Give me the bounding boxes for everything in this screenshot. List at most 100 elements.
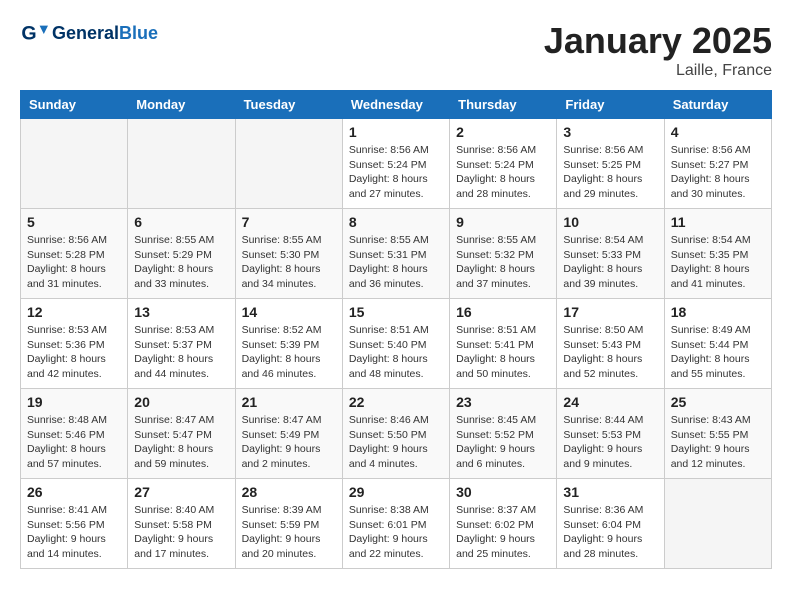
calendar-cell: 18Sunrise: 8:49 AM Sunset: 5:44 PM Dayli… [664,299,771,389]
day-info: Sunrise: 8:47 AM Sunset: 5:49 PM Dayligh… [242,413,336,472]
day-number: 12 [27,304,121,320]
calendar-week-3: 12 Sunrise: 8:53 AM Sunset: 5:36 PM Dayli… [21,299,772,389]
day-info: Sunrise: 8:37 AM Sunset: 6:02 PM Dayligh… [456,503,550,562]
day-info: Sunrise: 8:52 AM Sunset: 5:39 PM Dayligh… [242,323,336,382]
day-number: 16 [456,304,550,320]
day-info: Sunrise: 8:50 AM Sunset: 5:43 PM Dayligh… [563,323,657,382]
calendar-week-5: 26 Sunrise: 8:41 AM Sunset: 5:56 PM Dayli… [21,479,772,569]
calendar-cell: 31Sunrise: 8:36 AM Sunset: 6:04 PM Dayli… [557,479,664,569]
calendar-cell: 21 Sunrise: 8:47 AM Sunset: 5:49 PM Dayli… [235,389,342,479]
day-number: 6 [134,214,228,230]
title-area: January 2025 Laille, France [544,20,772,80]
calendar-cell: 9Sunrise: 8:55 AM Sunset: 5:32 PM Daylig… [450,209,557,299]
day-number: 15 [349,304,443,320]
day-info: Sunrise: 8:51 AM Sunset: 5:40 PM Dayligh… [349,323,443,382]
day-info: Sunrise: 8:55 AM Sunset: 5:29 PM Dayligh… [134,233,228,292]
day-number: 9 [456,214,550,230]
calendar-cell [664,479,771,569]
day-number: 3 [563,124,657,140]
calendar-cell: 12 Sunrise: 8:53 AM Sunset: 5:36 PM Dayli… [21,299,128,389]
day-info: Sunrise: 8:55 AM Sunset: 5:30 PM Dayligh… [242,233,336,292]
calendar-cell [235,119,342,209]
day-number: 30 [456,484,550,500]
svg-text:G: G [21,23,36,45]
day-info: Sunrise: 8:43 AM Sunset: 5:55 PM Dayligh… [671,413,765,472]
day-number: 4 [671,124,765,140]
weekday-header-tuesday: Tuesday [235,91,342,119]
day-number: 23 [456,394,550,410]
day-number: 29 [349,484,443,500]
day-info: Sunrise: 8:56 AM Sunset: 5:25 PM Dayligh… [563,143,657,202]
logo-blue: Blue [119,23,158,43]
day-number: 1 [349,124,443,140]
calendar-week-2: 5 Sunrise: 8:56 AM Sunset: 5:28 PM Daylig… [21,209,772,299]
calendar-cell: 8 Sunrise: 8:55 AM Sunset: 5:31 PM Daylig… [342,209,449,299]
day-number: 14 [242,304,336,320]
location-title: Laille, France [544,62,772,80]
day-number: 20 [134,394,228,410]
day-info: Sunrise: 8:47 AM Sunset: 5:47 PM Dayligh… [134,413,228,472]
logo: G GeneralBlue [20,20,158,48]
day-number: 13 [134,304,228,320]
calendar-cell: 17 Sunrise: 8:50 AM Sunset: 5:43 PM Dayli… [557,299,664,389]
calendar-cell: 23 Sunrise: 8:45 AM Sunset: 5:52 PM Dayli… [450,389,557,479]
calendar-cell: 15 Sunrise: 8:51 AM Sunset: 5:40 PM Dayli… [342,299,449,389]
calendar-cell: 20 Sunrise: 8:47 AM Sunset: 5:47 PM Dayli… [128,389,235,479]
day-info: Sunrise: 8:38 AM Sunset: 6:01 PM Dayligh… [349,503,443,562]
day-number: 7 [242,214,336,230]
day-number: 31 [563,484,657,500]
day-info: Sunrise: 8:54 AM Sunset: 5:35 PM Dayligh… [671,233,765,292]
day-info: Sunrise: 8:51 AM Sunset: 5:41 PM Dayligh… [456,323,550,382]
day-info: Sunrise: 8:56 AM Sunset: 5:28 PM Dayligh… [27,233,121,292]
calendar-cell: 2Sunrise: 8:56 AM Sunset: 5:24 PM Daylig… [450,119,557,209]
weekday-header-monday: Monday [128,91,235,119]
calendar-cell [128,119,235,209]
calendar-cell: 3 Sunrise: 8:56 AM Sunset: 5:25 PM Daylig… [557,119,664,209]
calendar-cell: 7 Sunrise: 8:55 AM Sunset: 5:30 PM Daylig… [235,209,342,299]
weekday-header-saturday: Saturday [664,91,771,119]
calendar-cell: 6 Sunrise: 8:55 AM Sunset: 5:29 PM Daylig… [128,209,235,299]
calendar-cell: 22Sunrise: 8:46 AM Sunset: 5:50 PM Dayli… [342,389,449,479]
day-info: Sunrise: 8:53 AM Sunset: 5:36 PM Dayligh… [27,323,121,382]
day-number: 18 [671,304,765,320]
day-info: Sunrise: 8:39 AM Sunset: 5:59 PM Dayligh… [242,503,336,562]
calendar-cell: 1 Sunrise: 8:56 AM Sunset: 5:24 PM Daylig… [342,119,449,209]
calendar-cell: 16 Sunrise: 8:51 AM Sunset: 5:41 PM Dayli… [450,299,557,389]
day-number: 24 [563,394,657,410]
day-info: Sunrise: 8:46 AM Sunset: 5:50 PM Dayligh… [349,413,443,472]
day-number: 25 [671,394,765,410]
day-info: Sunrise: 8:44 AM Sunset: 5:53 PM Dayligh… [563,413,657,472]
calendar-cell: 11 Sunrise: 8:54 AM Sunset: 5:35 PM Dayli… [664,209,771,299]
weekday-header-sunday: Sunday [21,91,128,119]
calendar-cell [21,119,128,209]
day-number: 21 [242,394,336,410]
day-info: Sunrise: 8:56 AM Sunset: 5:24 PM Dayligh… [456,143,550,202]
calendar-cell: 10Sunrise: 8:54 AM Sunset: 5:33 PM Dayli… [557,209,664,299]
day-number: 8 [349,214,443,230]
day-info: Sunrise: 8:56 AM Sunset: 5:27 PM Dayligh… [671,143,765,202]
day-info: Sunrise: 8:56 AM Sunset: 5:24 PM Dayligh… [349,143,443,202]
calendar-cell: 14 Sunrise: 8:52 AM Sunset: 5:39 PM Dayli… [235,299,342,389]
calendar-cell: 24 Sunrise: 8:44 AM Sunset: 5:53 PM Dayli… [557,389,664,479]
calendar-week-4: 19 Sunrise: 8:48 AM Sunset: 5:46 PM Dayli… [21,389,772,479]
day-number: 27 [134,484,228,500]
calendar-cell: 29 Sunrise: 8:38 AM Sunset: 6:01 PM Dayli… [342,479,449,569]
day-number: 11 [671,214,765,230]
weekday-header-thursday: Thursday [450,91,557,119]
month-title: January 2025 [544,20,772,62]
day-number: 26 [27,484,121,500]
day-number: 5 [27,214,121,230]
calendar-cell: 13Sunrise: 8:53 AM Sunset: 5:37 PM Dayli… [128,299,235,389]
day-info: Sunrise: 8:55 AM Sunset: 5:31 PM Dayligh… [349,233,443,292]
calendar-cell: 30 Sunrise: 8:37 AM Sunset: 6:02 PM Dayli… [450,479,557,569]
day-number: 19 [27,394,121,410]
day-number: 10 [563,214,657,230]
day-number: 28 [242,484,336,500]
day-info: Sunrise: 8:48 AM Sunset: 5:46 PM Dayligh… [27,413,121,472]
page-header: G GeneralBlue January 2025 Laille, Franc… [20,20,772,80]
calendar-cell: 4 Sunrise: 8:56 AM Sunset: 5:27 PM Daylig… [664,119,771,209]
calendar-table: SundayMondayTuesdayWednesdayThursdayFrid… [20,90,772,569]
day-info: Sunrise: 8:45 AM Sunset: 5:52 PM Dayligh… [456,413,550,472]
day-info: Sunrise: 8:41 AM Sunset: 5:56 PM Dayligh… [27,503,121,562]
day-number: 17 [563,304,657,320]
